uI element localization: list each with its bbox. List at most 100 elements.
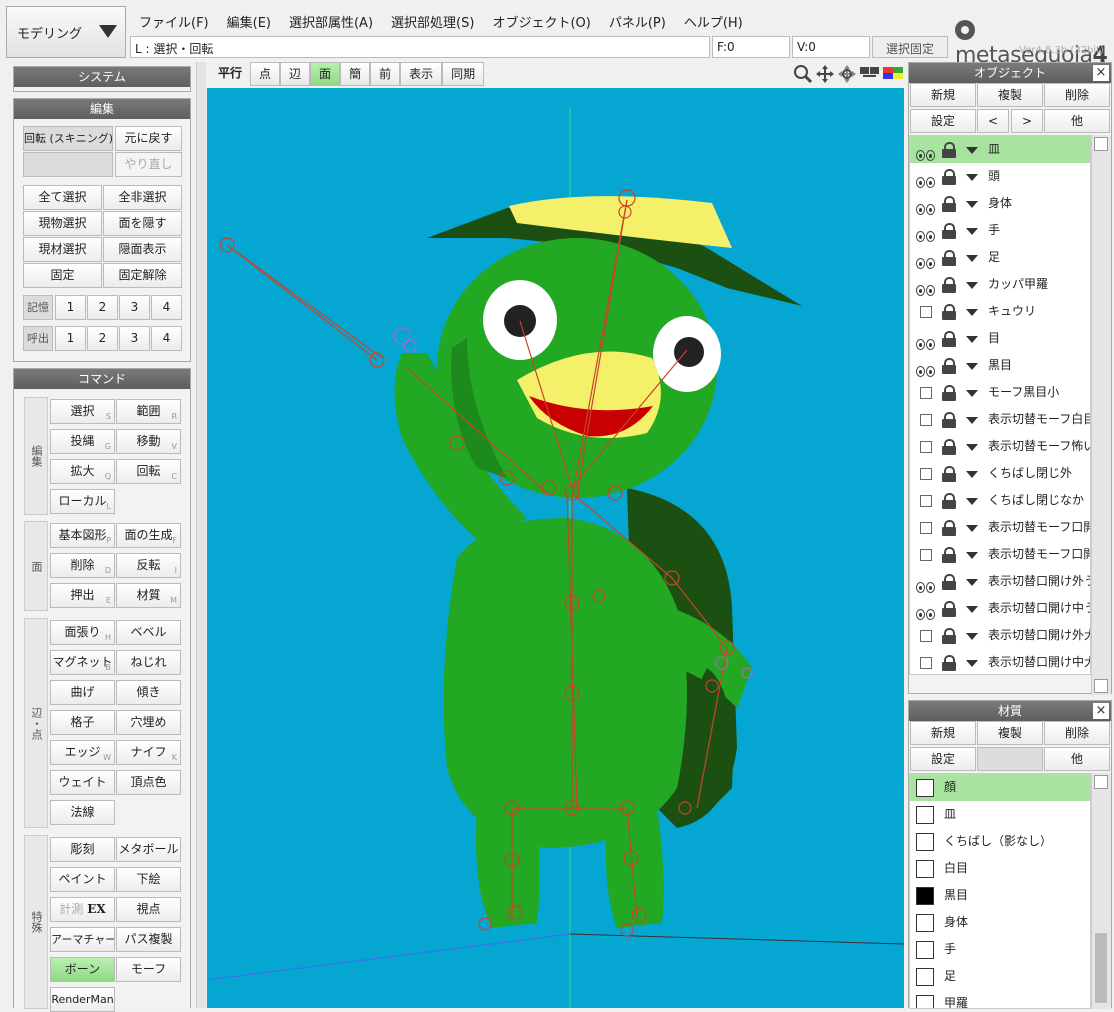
scroll-up-icon[interactable] xyxy=(1094,137,1108,151)
object-list-item[interactable]: 表示切替モーフ口開 xyxy=(910,541,1090,568)
expand-triangle-icon[interactable] xyxy=(966,606,978,613)
edit-panel-title[interactable]: 編集 xyxy=(14,99,190,119)
material-delete-button[interactable]: 削除 xyxy=(1044,721,1110,745)
object-new-button[interactable]: 新規 xyxy=(910,83,976,107)
expand-triangle-icon[interactable] xyxy=(966,417,978,424)
lock-icon[interactable] xyxy=(942,196,956,212)
scroll-down-icon[interactable] xyxy=(1094,679,1108,693)
object-list-item[interactable]: 表示切替モーフ口開 xyxy=(910,514,1090,541)
material-new-button[interactable]: 新規 xyxy=(910,721,976,745)
menu-selection-process[interactable]: 選択部処理(S) xyxy=(382,8,483,32)
visible-eye-icon[interactable] xyxy=(916,225,936,242)
slant-tool-button[interactable]: 傾き xyxy=(116,680,181,705)
material-list-item[interactable]: 身体 xyxy=(910,909,1090,936)
select-current-object-button[interactable]: 現物選択 xyxy=(23,211,102,236)
expand-triangle-icon[interactable] xyxy=(966,336,978,343)
view-parallel-toggle[interactable]: 平行 xyxy=(210,62,250,86)
material-color-swatch[interactable] xyxy=(916,887,934,905)
expand-triangle-icon[interactable] xyxy=(966,579,978,586)
menu-panel[interactable]: パネル(P) xyxy=(600,8,675,32)
select-fixed-button[interactable]: 選択固定 xyxy=(872,36,948,58)
move-tool-button[interactable]: 移動 V xyxy=(116,429,181,454)
armature-tool-button[interactable]: アーマチャー xyxy=(50,927,115,952)
pan-icon[interactable] xyxy=(815,64,834,84)
object-list-item[interactable]: 皿 xyxy=(910,136,1090,163)
lock-icon[interactable] xyxy=(942,493,956,509)
local-tool-button[interactable]: ローカル L xyxy=(50,489,115,514)
fill-hole-tool-button[interactable]: 穴埋め xyxy=(116,710,181,735)
unfix-button[interactable]: 固定解除 xyxy=(103,263,182,288)
lock-icon[interactable] xyxy=(942,439,956,455)
expand-triangle-icon[interactable] xyxy=(966,390,978,397)
memory-4-button[interactable]: 4 xyxy=(151,295,182,320)
lock-icon[interactable] xyxy=(942,385,956,401)
extrude-tool-button[interactable]: 押出 E xyxy=(50,583,115,608)
lock-icon[interactable] xyxy=(942,277,956,293)
rotate-view-icon[interactable] xyxy=(837,64,856,84)
face-generate-tool-button[interactable]: 面の生成 F xyxy=(116,523,181,548)
visibility-checkbox[interactable] xyxy=(920,630,932,642)
paint-tool-button[interactable]: ペイント xyxy=(50,867,115,892)
memory-3-button[interactable]: 3 xyxy=(119,295,150,320)
visible-eye-icon[interactable] xyxy=(916,279,936,296)
material-tool-button[interactable]: 材質 M xyxy=(116,583,181,608)
expand-triangle-icon[interactable] xyxy=(966,444,978,451)
object-list-item[interactable]: 表示切替口開け外う xyxy=(910,568,1090,595)
object-duplicate-button[interactable]: 複製 xyxy=(977,83,1043,107)
visible-eye-icon[interactable] xyxy=(916,576,936,593)
visible-eye-icon[interactable] xyxy=(916,144,936,161)
view-simple-toggle[interactable]: 簡 xyxy=(340,62,371,86)
bone-tool-button[interactable]: ボーン xyxy=(50,957,115,982)
object-list-item[interactable]: モーフ黒目小 xyxy=(910,379,1090,406)
object-list-item[interactable]: くちばし閉じ外 xyxy=(910,460,1090,487)
lock-icon[interactable] xyxy=(942,466,956,482)
edge-tool-button[interactable]: エッジ W xyxy=(50,740,115,765)
mode-select[interactable]: モデリング xyxy=(6,6,126,58)
object-list-item[interactable]: くちばし閉じなか xyxy=(910,487,1090,514)
visible-eye-icon[interactable] xyxy=(916,360,936,377)
lock-icon[interactable] xyxy=(942,331,956,347)
recall-1-button[interactable]: 1 xyxy=(55,326,86,351)
lock-icon[interactable] xyxy=(942,223,956,239)
material-color-swatch[interactable] xyxy=(916,779,934,797)
visibility-checkbox[interactable] xyxy=(920,522,932,534)
weight-tool-button[interactable]: ウェイト xyxy=(50,770,115,795)
material-duplicate-button[interactable]: 複製 xyxy=(977,721,1043,745)
material-color-swatch[interactable] xyxy=(916,941,934,959)
select-current-material-button[interactable]: 現材選択 xyxy=(23,237,102,262)
expand-triangle-icon[interactable] xyxy=(966,309,978,316)
twist-tool-button[interactable]: ねじれ xyxy=(116,650,181,675)
object-list-item[interactable]: 足 xyxy=(910,244,1090,271)
menu-selection-attr[interactable]: 選択部属性(A) xyxy=(280,8,382,32)
morph-tool-button[interactable]: モーフ xyxy=(116,957,181,982)
lock-icon[interactable] xyxy=(942,655,956,671)
material-list-scrollbar[interactable] xyxy=(1091,773,1111,1009)
recall-4-button[interactable]: 4 xyxy=(151,326,182,351)
material-list-item[interactable]: 手 xyxy=(910,936,1090,963)
material-list-item[interactable]: 黒目 xyxy=(910,882,1090,909)
expand-triangle-icon[interactable] xyxy=(966,147,978,154)
memory-1-button[interactable]: 1 xyxy=(55,295,86,320)
view-display-button[interactable]: 表示 xyxy=(400,62,443,86)
expand-triangle-icon[interactable] xyxy=(966,471,978,478)
material-color-swatch[interactable] xyxy=(916,968,934,986)
memory-2-button[interactable]: 2 xyxy=(87,295,118,320)
material-settings-button[interactable]: 設定 xyxy=(910,747,976,771)
material-list-item[interactable]: 顔 xyxy=(910,774,1090,801)
menu-file[interactable]: ファイル(F) xyxy=(130,8,218,32)
object-next-button[interactable]: > xyxy=(1011,109,1043,133)
material-list-item[interactable]: 甲羅 xyxy=(910,990,1090,1008)
rotate-tool-button[interactable]: 回転 C xyxy=(116,459,181,484)
deselect-all-button[interactable]: 全非選択 xyxy=(103,185,182,210)
visible-eye-icon[interactable] xyxy=(916,252,936,269)
object-settings-button[interactable]: 設定 xyxy=(910,109,976,133)
color-display-icon[interactable] xyxy=(882,65,903,83)
recall-2-button[interactable]: 2 xyxy=(87,326,118,351)
expand-triangle-icon[interactable] xyxy=(966,660,978,667)
vertex-color-tool-button[interactable]: 頂点色 xyxy=(116,770,181,795)
show-hidden-button[interactable]: 隠面表示 xyxy=(103,237,182,262)
lattice-tool-button[interactable]: 格子 xyxy=(50,710,115,735)
lock-icon[interactable] xyxy=(942,412,956,428)
object-list-item[interactable]: 表示切替口開け外大 xyxy=(910,622,1090,649)
object-list-item[interactable]: 表示切替口開け中う xyxy=(910,595,1090,622)
